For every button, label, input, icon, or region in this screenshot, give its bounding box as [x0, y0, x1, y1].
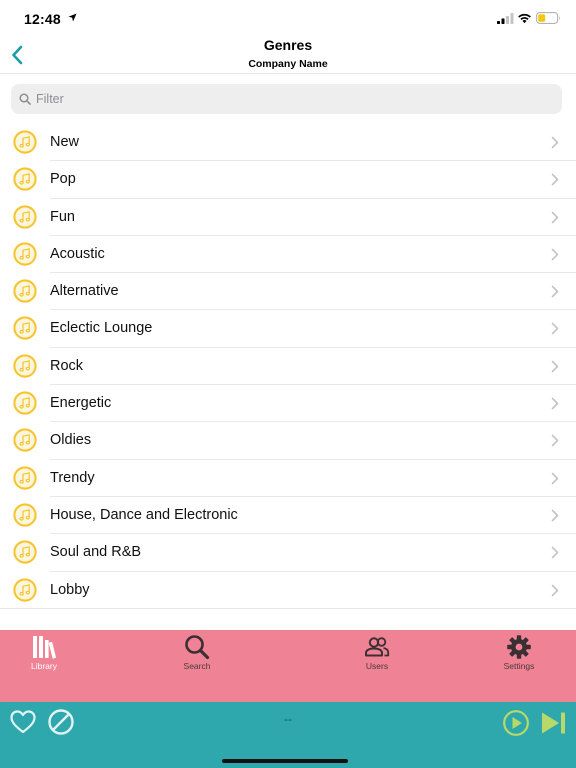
genre-label: Rock [50, 357, 84, 374]
chevron-right-icon [551, 509, 559, 522]
chevron-right-icon [551, 546, 559, 559]
navigation-bar: Genres Company Name [0, 36, 576, 74]
genre-label: Fun [50, 208, 75, 225]
favorite-button[interactable] [9, 708, 37, 736]
music-note-icon [13, 428, 37, 453]
genre-label: Alternative [50, 283, 119, 300]
battery-icon [536, 12, 560, 24]
chevron-right-icon [551, 248, 559, 261]
player-bar: -- [0, 702, 576, 768]
chevron-right-icon [551, 173, 559, 186]
filter-input[interactable] [36, 84, 556, 114]
genre-label: Trendy [50, 469, 95, 486]
location-arrow-icon [68, 13, 77, 22]
users-icon [365, 637, 390, 657]
block-icon [48, 709, 74, 735]
page-title: Genres [263, 37, 313, 53]
genre-row[interactable]: Lobby [0, 572, 576, 609]
music-note-icon [13, 466, 37, 490]
genre-row[interactable]: Rock [0, 348, 576, 386]
genre-row[interactable]: Acoustic [0, 236, 576, 274]
chevron-right-icon [551, 211, 559, 223]
genre-row[interactable]: Oldies [0, 422, 576, 460]
skip-forward-icon [542, 712, 565, 734]
now-playing-label: -- [284, 712, 292, 726]
tab-library[interactable]: Library [4, 634, 84, 678]
chevron-right-icon [551, 136, 559, 149]
genre-label: Eclectic Lounge [50, 320, 153, 337]
chevron-right-icon [551, 285, 559, 298]
tab-search[interactable]: Search [157, 634, 237, 678]
tab-label: Search [183, 661, 211, 671]
genre-row[interactable]: Trendy [0, 460, 576, 497]
tab-label: Settings [503, 661, 535, 671]
genre-row[interactable]: House, Dance and Electronic [0, 497, 576, 535]
status-time: 12:48 [24, 11, 61, 27]
genre-row[interactable]: New [0, 124, 576, 162]
chevron-right-icon [551, 323, 559, 335]
genre-list: New Pop Fun Acoustic Alternative Eclecti… [0, 124, 576, 609]
genre-label: Energetic [50, 395, 112, 412]
genre-label: Lobby [50, 581, 90, 598]
heart-icon [10, 710, 36, 734]
music-note-icon [13, 242, 37, 266]
tab-settings[interactable]: Settings [479, 634, 559, 678]
block-button[interactable] [47, 708, 75, 736]
genre-row[interactable]: Pop [0, 161, 576, 199]
page-subtitle: Company Name [248, 58, 328, 70]
chevron-right-icon [551, 397, 559, 410]
home-indicator [222, 759, 348, 763]
genre-row[interactable]: Fun [0, 199, 576, 236]
genre-row[interactable]: Soul and R&B [0, 534, 576, 572]
music-note-icon [13, 391, 37, 415]
music-note-icon [13, 540, 37, 564]
search-icon [185, 635, 210, 660]
genre-label: Soul and R&B [50, 544, 142, 561]
genre-row[interactable]: Eclectic Lounge [0, 310, 576, 348]
chevron-right-icon [551, 472, 559, 484]
genre-label: Acoustic [50, 245, 105, 262]
tab-users[interactable]: Users [337, 634, 417, 678]
filter-box [11, 84, 562, 114]
search-icon [19, 93, 31, 105]
chevron-right-icon [551, 435, 559, 447]
play-button[interactable] [502, 709, 530, 737]
next-track-button[interactable] [540, 710, 568, 736]
genre-row[interactable]: Energetic [0, 385, 576, 423]
gear-icon [507, 635, 531, 659]
tab-label: Users [365, 661, 389, 671]
tab-bar: Library Search Users Settings [0, 630, 576, 702]
genre-label: Oldies [50, 432, 92, 449]
chevron-right-icon [551, 584, 559, 596]
cellular-signal-icon [497, 13, 514, 24]
status-bar: 12:48 [0, 0, 576, 36]
genre-label: House, Dance and Electronic [50, 506, 238, 523]
music-note-icon [13, 130, 37, 154]
genre-row[interactable]: Alternative [0, 273, 576, 311]
music-note-icon [13, 204, 37, 229]
play-icon [503, 710, 529, 736]
row-separator [0, 607, 576, 609]
library-icon [33, 636, 56, 659]
chevron-right-icon [551, 360, 559, 373]
genre-label: Pop [50, 171, 76, 188]
genre-label: New [50, 134, 80, 150]
music-note-icon [13, 279, 37, 303]
music-note-icon [13, 354, 37, 378]
music-note-icon [13, 167, 37, 191]
music-note-icon [13, 316, 37, 341]
music-note-icon [13, 503, 37, 527]
music-note-icon [13, 577, 37, 602]
wifi-icon [518, 13, 531, 24]
tab-label: Library [31, 661, 57, 671]
